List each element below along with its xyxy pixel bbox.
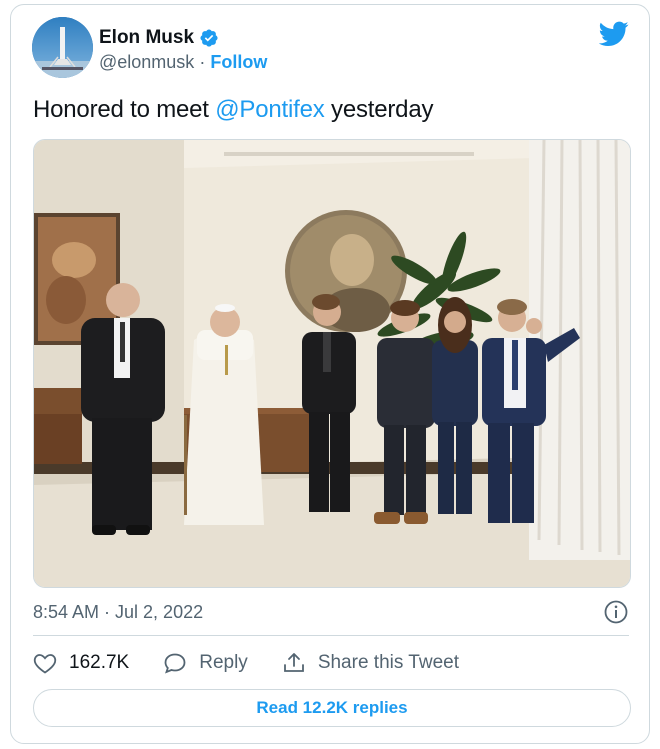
follow-button[interactable]: Follow: [210, 52, 267, 72]
mention-link[interactable]: @Pontifex: [215, 96, 324, 123]
author-handle[interactable]: @elonmusk: [99, 52, 194, 72]
tweet-timestamp[interactable]: 8:54 AM · Jul 2, 2022: [33, 602, 203, 623]
share-label: Share this Tweet: [317, 652, 459, 673]
avatar[interactable]: [32, 17, 93, 78]
like-count: 162.7K: [69, 652, 130, 673]
heart-icon: [33, 652, 57, 674]
author-name[interactable]: Elon Musk: [99, 27, 194, 49]
tweet-photo[interactable]: [33, 139, 631, 588]
like-button[interactable]: 162.7K: [33, 652, 129, 674]
tweet-text-start: Honored to meet: [33, 96, 216, 123]
tweet-text: Honored to meet @Pontifex yesterday: [33, 96, 433, 124]
twitter-bird-icon[interactable]: [598, 21, 629, 47]
handle-separator: ·: [199, 52, 206, 72]
reply-button[interactable]: Reply: [163, 652, 248, 674]
share-button[interactable]: Share this Tweet: [282, 651, 459, 675]
tweet-card: Elon Musk @elonmusk · Follow Honored to …: [10, 4, 650, 744]
reply-bubble-icon: [163, 652, 187, 674]
divider: [33, 635, 629, 636]
verified-badge-icon: [199, 28, 219, 48]
share-icon: [282, 651, 306, 675]
tweet-text-end: yesterday: [324, 96, 434, 123]
action-bar: 162.7K Reply Share this Tweet: [33, 651, 493, 675]
read-replies-button[interactable]: Read 12.2K replies: [33, 689, 631, 727]
reply-label: Reply: [199, 652, 248, 673]
info-icon[interactable]: [603, 599, 629, 625]
